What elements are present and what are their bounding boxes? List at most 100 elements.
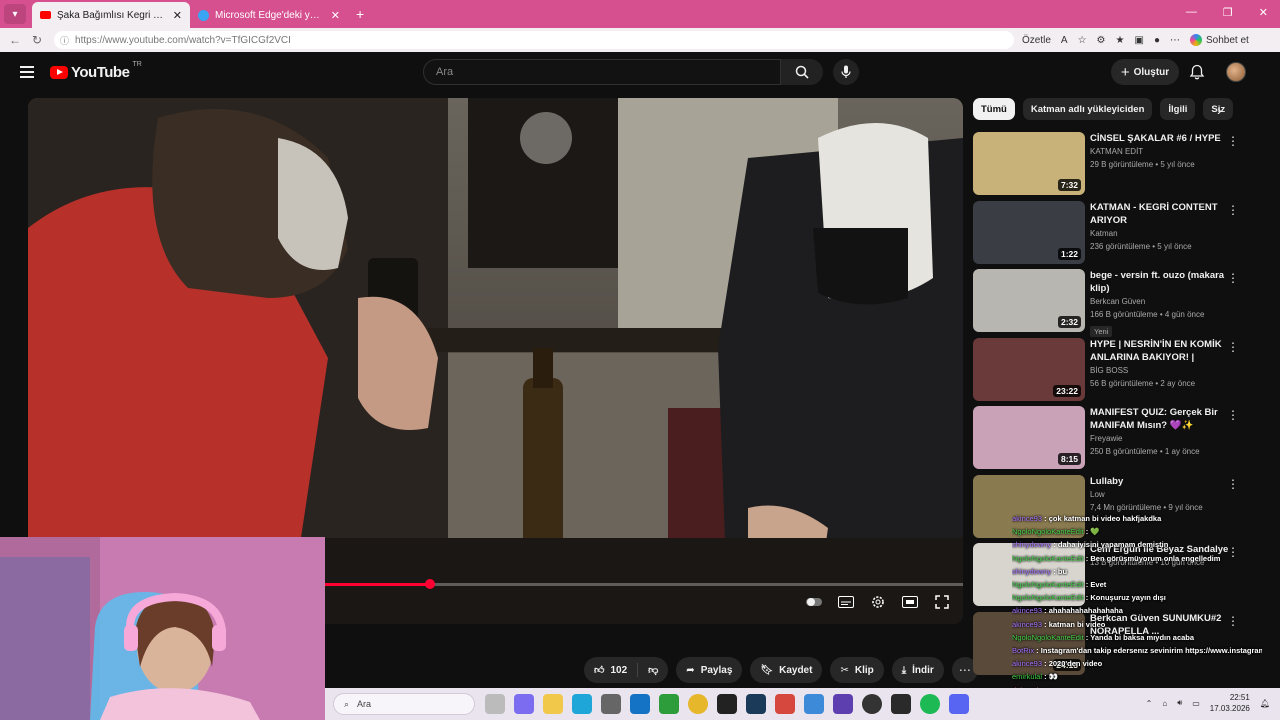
tray-chevron-icon[interactable]: ⌃ [1146,699,1153,708]
collections-icon[interactable]: ▣ [1134,35,1143,46]
more-options-icon[interactable]: ⋮ [1227,477,1239,491]
network-icon[interactable]: ⌂ [1162,699,1167,708]
maximize-icon[interactable]: ❐ [1223,6,1233,19]
channel-name[interactable]: Low [1090,488,1230,501]
recommendation-thumbnail[interactable]: 1:22 [973,200,1085,264]
voice-search-button[interactable] [833,59,859,85]
read-aloud-icon[interactable]: A [1061,35,1068,46]
youtube-logo[interactable]: YouTube TR [50,61,142,81]
tab-edge-news[interactable]: Microsoft Edge'deki yenilikler ✕ [190,2,348,28]
new-tab-button[interactable]: + [356,6,364,22]
recommendation-title[interactable]: CİNSEL ŞAKALAR #6 / HYPE [1090,132,1230,145]
settings-gear-icon[interactable] [869,595,887,609]
copilot-app-icon[interactable] [514,694,534,714]
task-view-icon[interactable] [485,694,505,714]
windows-taskbar: ⌕ Ara ⌃ ⌂ 🔊︎ ▭ 22:51 17.03.2026 🔔︎ [325,688,1280,720]
recommendation-card[interactable]: 23:22 HYPE | NESRİN'İN EN KOMİK ANLARINA … [973,337,1243,407]
extensions-icon[interactable]: ⚙ [1097,35,1106,46]
recommendation-card[interactable]: 8:15 MANIFEST QUIZ: Gerçek Bir MANIFAM Mı… [973,406,1243,475]
account-avatar[interactable] [1226,62,1246,82]
more-options-icon[interactable]: ⋮ [1227,271,1239,285]
tab-youtube-video[interactable]: Şaka Bağımlısı Kegri Tedavi Oldu ✕ [32,2,190,28]
scrubber-handle[interactable] [425,579,436,589]
edge-browser-icon[interactable] [572,694,592,714]
search-button[interactable] [781,59,823,85]
recommendation-thumbnail[interactable]: 2:32 [973,269,1085,332]
save-button[interactable]: 🔖︎ Kaydet [750,657,823,683]
battery-icon[interactable]: ▭ [1192,699,1200,708]
search-input[interactable]: Ara [423,59,781,85]
copilot-button[interactable]: Sohbet et [1189,34,1249,46]
steam-icon[interactable] [746,694,766,714]
recommendation-title[interactable]: MANIFEST QUIZ: Gerçek Bir MANIFAM Mısın?… [1090,406,1230,432]
summarize-button[interactable]: Özetle [1022,35,1051,46]
favorite-star-icon[interactable]: ☆ [1078,35,1087,46]
guide-menu-icon[interactable] [20,66,34,78]
subtitles-icon[interactable] [837,595,855,609]
outlook-icon[interactable] [630,694,650,714]
favorites-icon[interactable]: ★ [1116,35,1125,46]
like-button[interactable]: 👍︎ 102 [584,657,637,683]
volume-icon[interactable]: 🔊︎ [1177,698,1182,708]
recommendation-title[interactable]: Lullaby [1090,475,1230,488]
recommendation-card[interactable]: 1:22 KATMAN - KEGRİ CONTENT ARIYOR Katman 2… [973,200,1243,270]
close-tab-icon[interactable]: ✕ [173,9,182,22]
recommendation-title[interactable]: HYPE | NESRİN'İN EN KOMİK ANLARINA BAKIY… [1090,338,1230,364]
channel-name[interactable]: Freyawie [1090,432,1230,445]
chip-related[interactable]: İlgili [1160,98,1196,120]
profile-icon[interactable]: ● [1154,35,1160,46]
xbox-icon[interactable] [659,694,679,714]
chip-all[interactable]: Tümü [973,98,1015,120]
app-purple-icon[interactable] [833,694,853,714]
channel-name[interactable]: BİG BOSS [1090,364,1230,377]
create-button[interactable]: + Oluştur [1111,59,1179,85]
recommendation-card[interactable]: 7:32 CİNSEL ŞAKALAR #6 / HYPE KATMAN EDİT 2… [973,132,1243,201]
site-info-icon[interactable]: ⓘ [60,34,69,47]
spotify-icon[interactable] [920,694,940,714]
minimize-icon[interactable]: — [1186,6,1197,19]
close-window-icon[interactable]: ✕ [1259,6,1268,19]
notifications-bell-icon[interactable] [1189,64,1205,80]
recommendation-title[interactable]: bege - versin ft. ouzo (makara klip) [1090,269,1230,295]
more-options-icon[interactable]: ⋮ [1227,134,1239,148]
store-icon[interactable] [601,694,621,714]
notifications-icon[interactable]: 🔔︎ [1260,699,1270,708]
recommendation-thumbnail[interactable]: 23:22 [973,337,1085,401]
refresh-icon[interactable]: ↻ [26,33,48,47]
app-red-icon[interactable] [775,694,795,714]
chip-from-uploader[interactable]: Katman adlı yükleyiciden [1022,98,1153,120]
epic-games-icon[interactable] [717,694,737,714]
obs-icon[interactable] [862,694,882,714]
theater-mode-icon[interactable] [901,595,919,609]
dislike-button[interactable]: 👎︎ [638,657,668,683]
file-explorer-icon[interactable] [543,694,563,714]
settings-more-icon[interactable]: ⋯ [1170,35,1180,46]
recommendation-card[interactable]: 2:32 bege - versin ft. ouzo (makara klip)… [973,269,1243,338]
more-options-icon[interactable]: ⋮ [1227,340,1239,354]
recommendation-title[interactable]: KATMAN - KEGRİ CONTENT ARIYOR [1090,201,1230,227]
channel-name[interactable]: KATMAN EDİT [1090,145,1230,158]
channel-name[interactable]: Katman [1090,227,1230,240]
more-options-icon[interactable]: ⋮ [1227,408,1239,422]
chat-username: emirkulal [1012,672,1043,682]
back-icon[interactable]: ← [4,33,26,47]
chrome-icon[interactable] [688,694,708,714]
channel-name[interactable]: Berkcan Güven [1090,295,1230,308]
chips-next-chevron-icon[interactable]: › [1217,102,1222,118]
autoplay-toggle-icon[interactable] [805,595,823,609]
recommendation-thumbnail[interactable]: 7:32 [973,132,1085,195]
app-blue-icon[interactable] [804,694,824,714]
download-button[interactable]: ⤓ İndir [891,657,944,683]
clock[interactable]: 22:51 17.03.2026 [1210,692,1250,714]
clip-button[interactable]: ✂ Klip [830,657,884,683]
taskbar-search-input[interactable]: ⌕ Ara [333,693,475,715]
tab-actions-chevron-icon[interactable]: ▾ [4,4,26,24]
discord-icon[interactable] [949,694,969,714]
more-options-icon[interactable]: ⋮ [1227,203,1239,217]
app-dark-icon[interactable] [891,694,911,714]
recommendation-thumbnail[interactable]: 8:15 [973,406,1085,469]
url-field[interactable]: ⓘ https://www.youtube.com/watch?v=TfGICG… [54,31,1014,49]
share-button[interactable]: ➦ Paylaş [676,657,743,683]
close-tab-icon[interactable]: ✕ [331,9,340,22]
fullscreen-icon[interactable] [933,595,951,609]
